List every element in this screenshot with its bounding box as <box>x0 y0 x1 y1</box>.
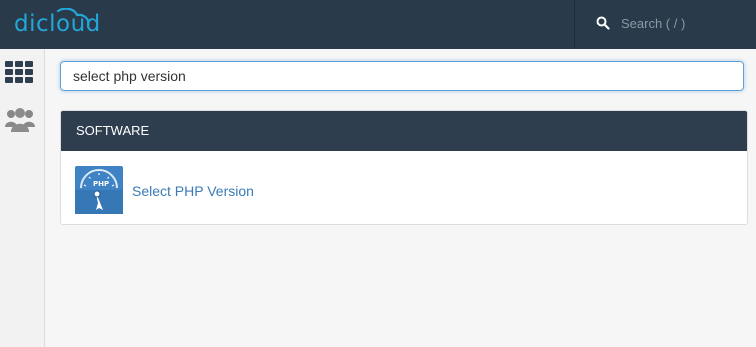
search-icon <box>596 16 610 30</box>
grid-icon <box>5 61 33 83</box>
select-php-version-link[interactable]: Select PHP Version <box>132 182 254 200</box>
brand-name: dicloud <box>14 11 101 37</box>
sidebar-item-users[interactable] <box>4 105 36 137</box>
group-title[interactable]: SOFTWARE <box>61 111 747 151</box>
software-group-panel: SOFTWARE PHP Select PHP Version <box>60 110 748 225</box>
main-content: select php version SOFTWARE PHP Select P… <box>45 49 756 347</box>
sidebar <box>0 49 45 347</box>
global-search[interactable]: Search ( / ) <box>574 0 753 48</box>
top-bar: dicloud Search ( / ) <box>0 0 756 49</box>
group-body: PHP Select PHP Version <box>61 151 747 224</box>
users-icon <box>5 108 35 132</box>
php-gauge-icon[interactable]: PHP <box>75 166 123 214</box>
brand-logo[interactable]: dicloud <box>14 7 100 40</box>
sidebar-item-tools[interactable] <box>4 57 36 89</box>
search-input[interactable]: Search ( / ) <box>621 15 685 33</box>
svg-text:PHP: PHP <box>93 180 109 188</box>
quickfind-input[interactable]: select php version <box>60 61 744 91</box>
